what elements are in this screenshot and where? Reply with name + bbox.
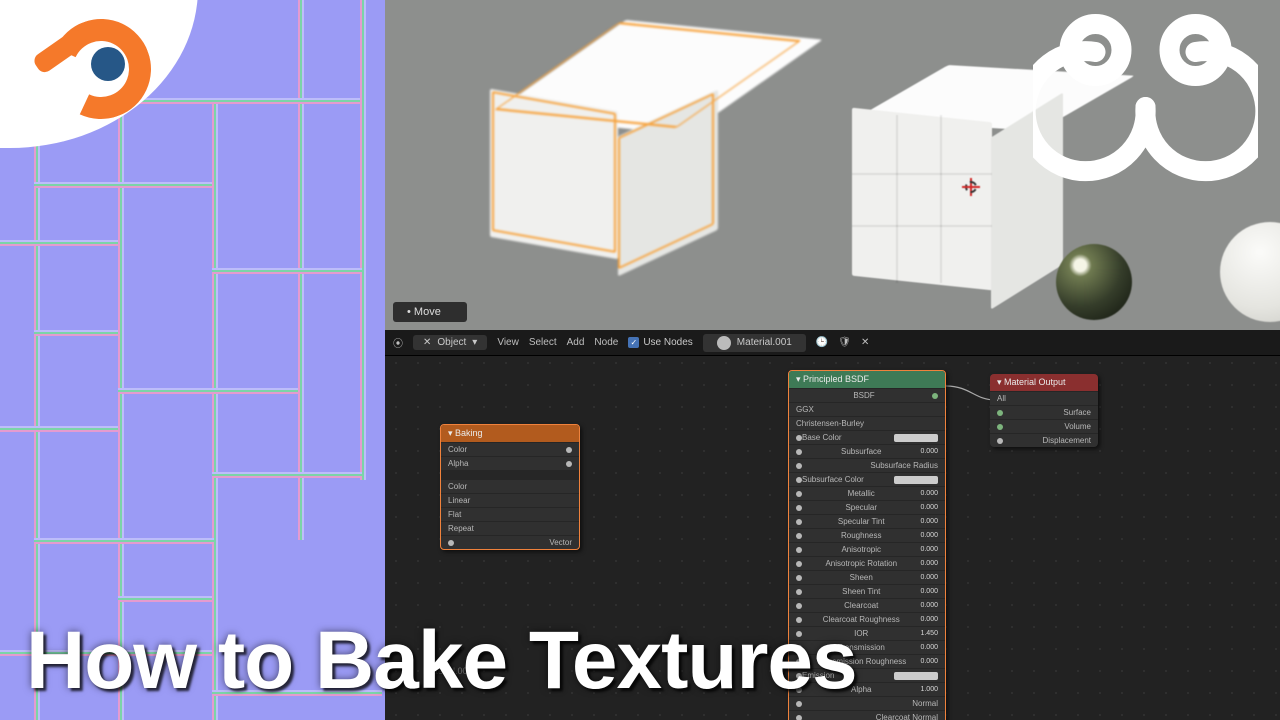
menu-select[interactable]: Select <box>529 337 557 348</box>
editor-type-icon[interactable]: ⦿ <box>393 335 403 350</box>
bsdf-slider-row[interactable]: Metallic0.000 <box>789 486 945 500</box>
shield-icon[interactable]: 🛡 <box>838 337 851 348</box>
3d-cursor-icon <box>962 178 980 196</box>
mode-dropdown[interactable]: ✕ Object ▾ <box>413 335 487 350</box>
bsdf-slider-row[interactable]: Anisotropic Rotation0.000 <box>789 556 945 570</box>
menu-view[interactable]: View <box>497 337 519 348</box>
pin-icon[interactable]: 🕒 <box>816 337 828 348</box>
image-texture-node[interactable]: ▾ Baking Color Alpha Color Linear Flat R… <box>440 424 580 550</box>
checkbox-icon: ✓ <box>628 337 639 348</box>
bsdf-slider-row[interactable]: Roughness0.000 <box>789 528 945 542</box>
bsdf-slider-row[interactable]: Subsurface0.000 <box>789 444 945 458</box>
bsdf-slider-row[interactable]: Base Color <box>789 430 945 444</box>
node-header[interactable]: ▾ Principled BSDF <box>789 371 945 388</box>
node-header[interactable]: ▾ Material Output <box>990 374 1098 391</box>
channel-logo <box>1033 12 1258 202</box>
bsdf-slider-row[interactable]: Subsurface Radius <box>789 458 945 472</box>
material-preview-sphere-hdri <box>1056 244 1132 320</box>
node-header[interactable]: ▾ Baking <box>441 425 579 442</box>
menu-node[interactable]: Node <box>594 337 618 348</box>
material-selector[interactable]: Material.001 <box>703 334 806 352</box>
high-poly-cube[interactable] <box>840 65 1065 290</box>
bsdf-slider-row[interactable]: Anisotropic0.000 <box>789 542 945 556</box>
use-nodes-checkbox[interactable]: ✓ Use Nodes <box>628 337 692 348</box>
material-icon <box>717 336 731 350</box>
bsdf-slider-row[interactable]: Sheen Tint0.000 <box>789 584 945 598</box>
bsdf-slider-row[interactable]: Specular Tint0.000 <box>789 514 945 528</box>
node-editor-header: ⦿ ✕ Object ▾ View Select Add Node ✓ Use … <box>385 330 1280 356</box>
blender-icon <box>36 11 151 126</box>
bsdf-slider-row[interactable]: Subsurface Color <box>789 472 945 486</box>
menu-add[interactable]: Add <box>567 337 585 348</box>
material-preview-sphere-plain <box>1220 222 1280 322</box>
bsdf-slider-row[interactable]: Clearcoat Normal <box>789 710 945 720</box>
low-poly-cube[interactable] <box>490 20 715 240</box>
active-tool-label: • Move <box>393 302 467 322</box>
title-text: How to Bake Textures <box>26 620 1254 702</box>
title-overlay: How to Bake Textures <box>0 618 1280 704</box>
close-icon[interactable]: ✕ <box>861 337 869 348</box>
bsdf-slider-row[interactable]: Sheen0.000 <box>789 570 945 584</box>
bsdf-slider-row[interactable]: Specular0.000 <box>789 500 945 514</box>
bsdf-slider-row[interactable]: Clearcoat0.000 <box>789 598 945 612</box>
material-output-node[interactable]: ▾ Material Output All Surface Volume Dis… <box>990 374 1098 447</box>
